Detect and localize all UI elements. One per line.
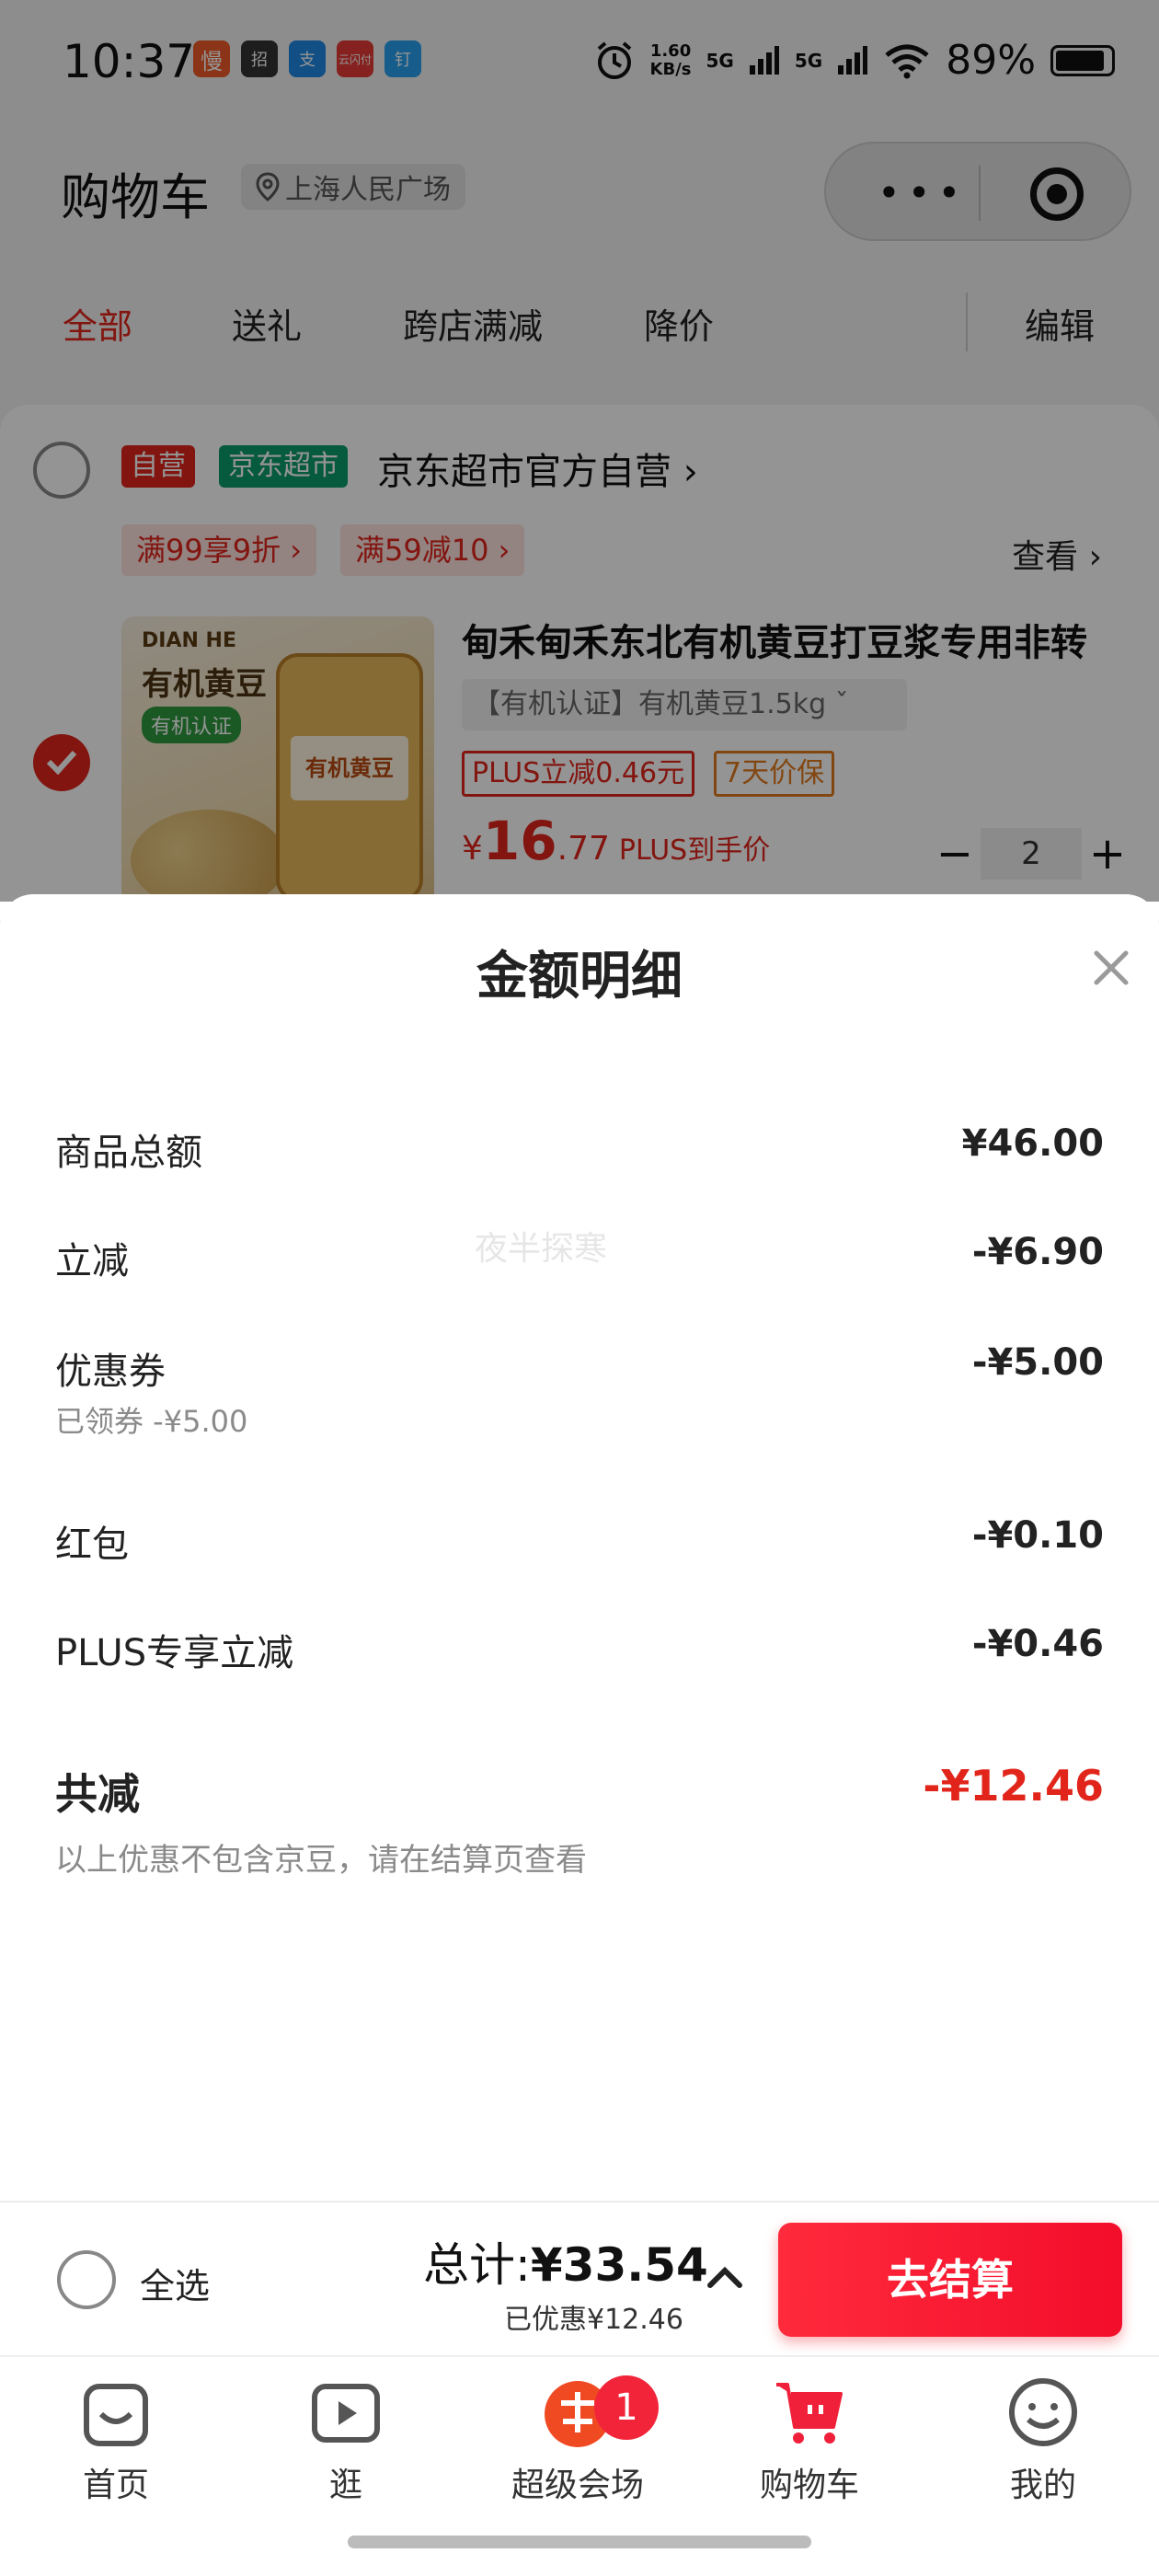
row-label: 商品总额	[55, 1132, 202, 1174]
nav-label: 首页	[82, 2467, 149, 2504]
row-label: PLUS专享立减	[55, 1632, 294, 1674]
coupon-claimed-note: 已领券 -¥5.00	[55, 1404, 248, 1439]
cart-icon	[773, 2375, 846, 2449]
row-label: 红包	[55, 1524, 129, 1566]
watermark-text: 夜半探寒	[475, 1230, 608, 1268]
play-icon	[309, 2375, 383, 2449]
select-all-label[interactable]: 全选	[140, 2258, 210, 2308]
home-icon	[79, 2375, 153, 2449]
nav-label: 购物车	[759, 2467, 859, 2504]
modal-overlay[interactable]	[0, 0, 1159, 902]
discount-summary: 已优惠¥12.46	[504, 2304, 683, 2336]
nav-label: 我的	[1009, 2467, 1076, 2504]
row-value: -¥5.00	[971, 1341, 1104, 1384]
cart-count-badge: 1	[594, 2375, 659, 2440]
page: 10:37 慢 招 支 云闪付 钉 1.60 KB/s 5G 5G 89% 购物…	[0, 0, 1159, 2576]
nav-cart[interactable]: 购物车	[717, 2375, 901, 2506]
nav-home[interactable]: 首页	[24, 2375, 208, 2506]
row-label: 立减	[55, 1240, 129, 1282]
nav-label: 超级会场	[511, 2467, 644, 2504]
row-label: 优惠券	[55, 1351, 166, 1393]
smiley-icon	[1006, 2375, 1080, 2449]
chevron-up-icon[interactable]	[705, 2263, 745, 2291]
row-value: -¥6.90	[971, 1231, 1104, 1273]
order-total: 总计:¥33.54	[423, 2228, 708, 2294]
total-reduction-value: -¥12.46	[923, 1761, 1104, 1811]
row-value: ¥46.00	[961, 1122, 1104, 1165]
checkout-button[interactable]: 去结算	[778, 2223, 1122, 2337]
nav-label: 逛	[328, 2467, 362, 2504]
total-reduction-label: 共减	[55, 1769, 140, 1819]
total-reduction-note: 以上优惠不包含京豆，请在结算页查看	[55, 1842, 587, 1879]
amount-detail-sheet: 金额明细 夜半探寒 商品总额 ¥46.00 立减 -¥6.90 优惠券 -¥5.…	[0, 894, 1159, 2201]
select-all-radio[interactable]	[57, 2250, 116, 2309]
nav-browse[interactable]: 逛	[254, 2375, 438, 2506]
row-value: -¥0.10	[971, 1514, 1104, 1557]
total-amount: ¥33.54	[530, 2238, 708, 2292]
close-icon[interactable]	[1089, 946, 1133, 990]
checkout-bar: 全选 总计:¥33.54 已优惠¥12.46 去结算	[0, 2201, 1159, 2355]
sheet-title: 金额明细	[476, 947, 683, 1006]
home-indicator[interactable]	[348, 2536, 811, 2548]
row-value: -¥0.46	[971, 1623, 1104, 1665]
nav-profile[interactable]: 我的	[951, 2375, 1135, 2506]
total-prefix: 总计:	[423, 2238, 531, 2292]
